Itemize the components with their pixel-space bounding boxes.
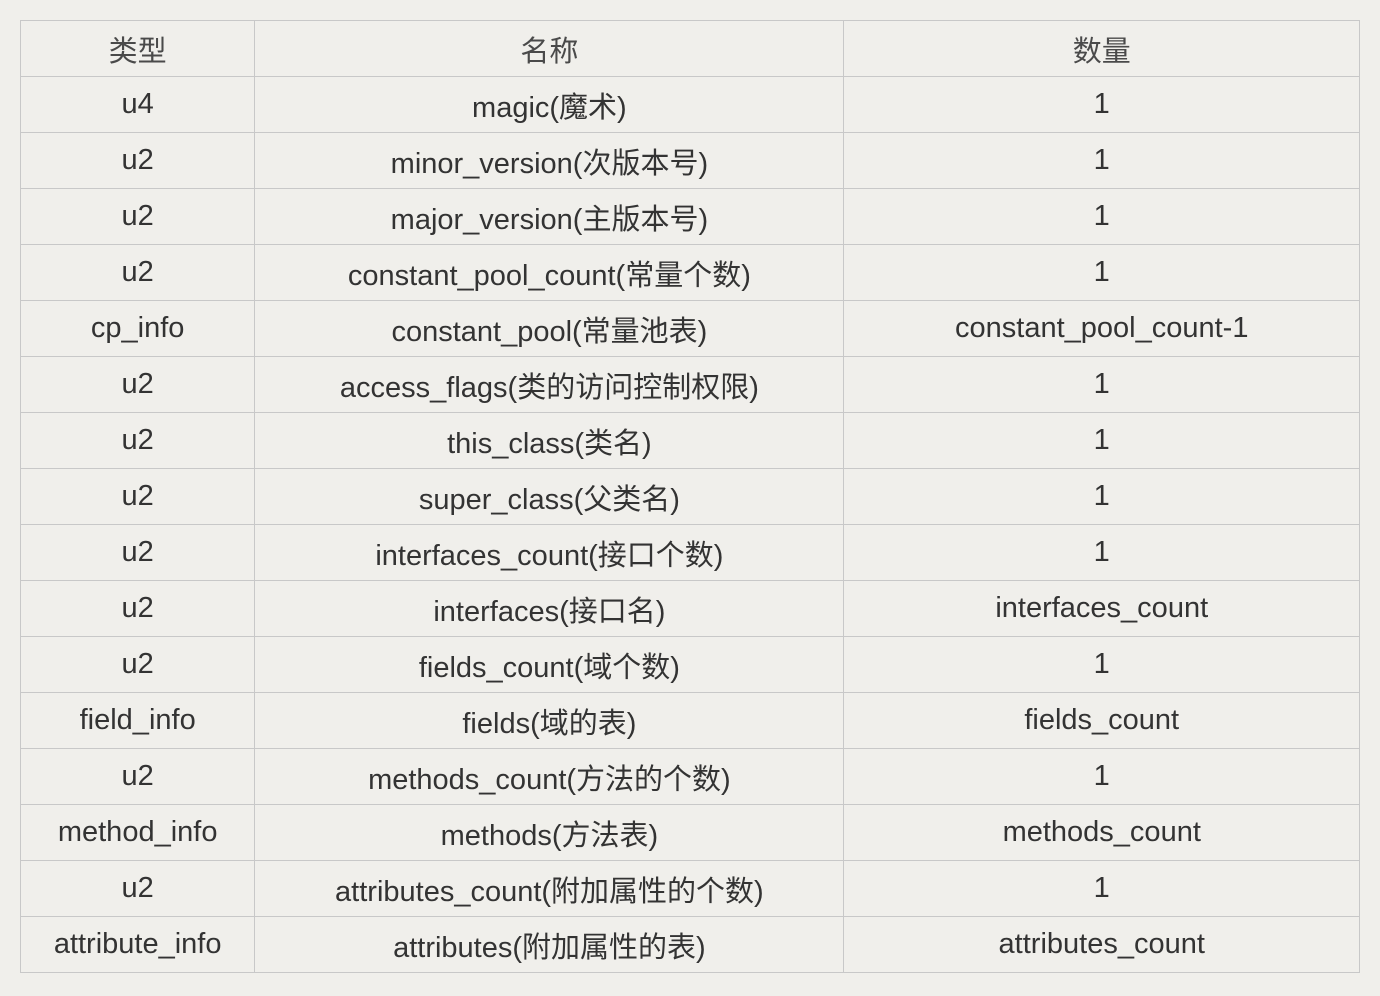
cell-name: fields_count(域个数) (255, 637, 844, 693)
cell-name: attributes(附加属性的表) (255, 917, 844, 973)
cell-name: interfaces(接口名) (255, 581, 844, 637)
cell-name: major_version(主版本号) (255, 189, 844, 245)
cell-type: u2 (21, 357, 255, 413)
cell-count: 1 (844, 245, 1360, 301)
cell-name: fields(域的表) (255, 693, 844, 749)
cell-count: 1 (844, 189, 1360, 245)
cell-name: methods_count(方法的个数) (255, 749, 844, 805)
cell-type: u2 (21, 581, 255, 637)
cell-name: constant_pool_count(常量个数) (255, 245, 844, 301)
cell-type: u2 (21, 469, 255, 525)
cell-name: access_flags(类的访问控制权限) (255, 357, 844, 413)
table-row: u2 attributes_count(附加属性的个数) 1 (21, 861, 1360, 917)
cell-count: 1 (844, 637, 1360, 693)
cell-name: super_class(父类名) (255, 469, 844, 525)
table-row: u2 interfaces_count(接口个数) 1 (21, 525, 1360, 581)
cell-count: interfaces_count (844, 581, 1360, 637)
table-header-row: 类型 名称 数量 (21, 21, 1360, 77)
cell-type: u2 (21, 637, 255, 693)
table-row: attribute_info attributes(附加属性的表) attrib… (21, 917, 1360, 973)
cell-name: magic(魔术) (255, 77, 844, 133)
table-row: method_info methods(方法表) methods_count (21, 805, 1360, 861)
cell-count: 1 (844, 133, 1360, 189)
table-row: u2 major_version(主版本号) 1 (21, 189, 1360, 245)
cell-name: this_class(类名) (255, 413, 844, 469)
cell-type: field_info (21, 693, 255, 749)
cell-name: minor_version(次版本号) (255, 133, 844, 189)
table-row: cp_info constant_pool(常量池表) constant_poo… (21, 301, 1360, 357)
cell-type: u2 (21, 861, 255, 917)
cell-count: 1 (844, 357, 1360, 413)
cell-count: 1 (844, 525, 1360, 581)
cell-count: 1 (844, 77, 1360, 133)
cell-type: u2 (21, 245, 255, 301)
cell-count: attributes_count (844, 917, 1360, 973)
cell-count: 1 (844, 861, 1360, 917)
table-row: u2 interfaces(接口名) interfaces_count (21, 581, 1360, 637)
cell-count: 1 (844, 749, 1360, 805)
cell-type: u2 (21, 749, 255, 805)
table-row: u4 magic(魔术) 1 (21, 77, 1360, 133)
cell-type: u4 (21, 77, 255, 133)
cell-type: u2 (21, 133, 255, 189)
table-row: u2 super_class(父类名) 1 (21, 469, 1360, 525)
cell-count: methods_count (844, 805, 1360, 861)
table-row: u2 constant_pool_count(常量个数) 1 (21, 245, 1360, 301)
cell-type: cp_info (21, 301, 255, 357)
cell-name: methods(方法表) (255, 805, 844, 861)
cell-name: constant_pool(常量池表) (255, 301, 844, 357)
cell-type: u2 (21, 189, 255, 245)
cell-count: fields_count (844, 693, 1360, 749)
class-file-structure-table: 类型 名称 数量 u4 magic(魔术) 1 u2 minor_version… (20, 20, 1360, 973)
table-row: u2 minor_version(次版本号) 1 (21, 133, 1360, 189)
cell-count: 1 (844, 469, 1360, 525)
cell-count: 1 (844, 413, 1360, 469)
table-row: u2 access_flags(类的访问控制权限) 1 (21, 357, 1360, 413)
cell-name: attributes_count(附加属性的个数) (255, 861, 844, 917)
header-count: 数量 (844, 21, 1360, 77)
table-body: u4 magic(魔术) 1 u2 minor_version(次版本号) 1 … (21, 77, 1360, 973)
header-type: 类型 (21, 21, 255, 77)
header-name: 名称 (255, 21, 844, 77)
cell-count: constant_pool_count-1 (844, 301, 1360, 357)
cell-name: interfaces_count(接口个数) (255, 525, 844, 581)
table-row: field_info fields(域的表) fields_count (21, 693, 1360, 749)
table-row: u2 this_class(类名) 1 (21, 413, 1360, 469)
table-row: u2 methods_count(方法的个数) 1 (21, 749, 1360, 805)
cell-type: u2 (21, 413, 255, 469)
cell-type: attribute_info (21, 917, 255, 973)
table-row: u2 fields_count(域个数) 1 (21, 637, 1360, 693)
cell-type: u2 (21, 525, 255, 581)
cell-type: method_info (21, 805, 255, 861)
